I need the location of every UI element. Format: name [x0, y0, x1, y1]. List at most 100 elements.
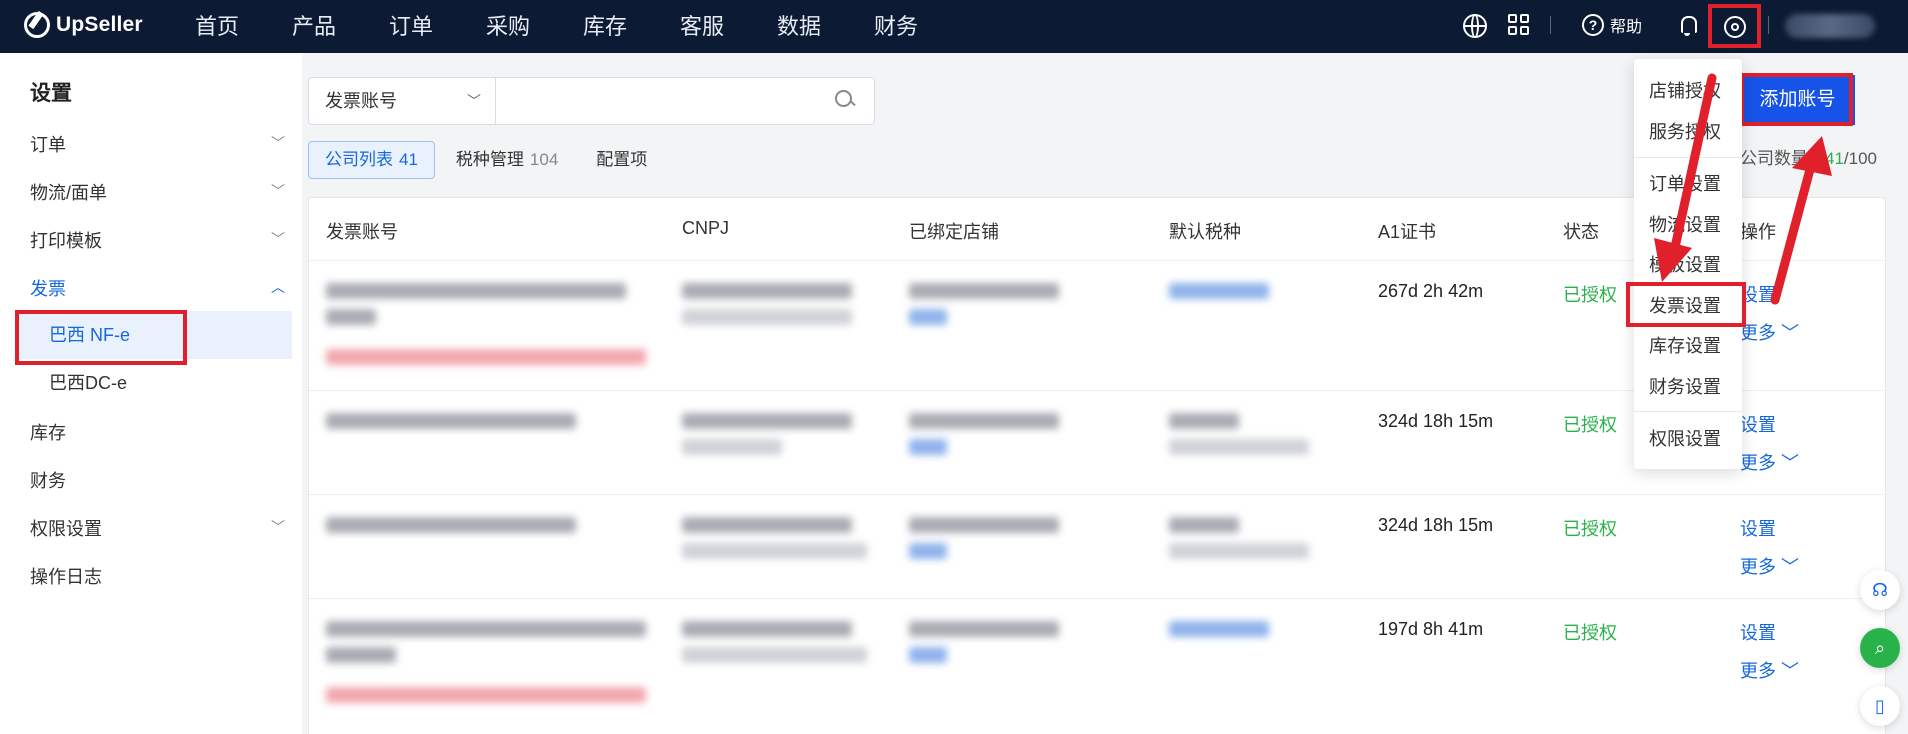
sidebar-subitem-brazil-dce[interactable]: 巴西DC-e: [16, 359, 292, 407]
nav-item-finance[interactable]: 财务: [874, 0, 971, 53]
sidebar-item-operation-log[interactable]: 操作日志: [30, 563, 285, 589]
sidebar-item-logistics[interactable]: 物流/面单 ﹀: [30, 179, 285, 205]
blurred-account-name: [326, 647, 396, 663]
column-header-default-tax: 默认税种: [1169, 222, 1241, 242]
sidebar-item-orders[interactable]: 订单 ﹀: [30, 131, 285, 157]
menu-item-logistics-settings[interactable]: 物流设置: [1649, 211, 1721, 237]
blurred-tax: [1169, 621, 1269, 637]
user-account-menu[interactable]: [1785, 14, 1875, 38]
blurred-tax-sub: [1169, 543, 1309, 559]
topbar-divider: [1550, 16, 1551, 34]
blurred-cnpj: [682, 413, 852, 429]
menu-item-finance-settings[interactable]: 财务设置: [1649, 373, 1721, 399]
notification-bell-icon[interactable]: [1676, 14, 1700, 38]
upseller-logo[interactable]: UpSeller: [24, 12, 143, 38]
table-row: 324d 18h 15m 已授权 设置 更多 ﹀: [309, 494, 1887, 598]
blurred-store-tag: [909, 309, 947, 325]
nav-item-products[interactable]: 产品: [292, 0, 389, 53]
blurred-store: [909, 283, 1059, 299]
blurred-tax: [1169, 413, 1239, 429]
menu-item-store-auth[interactable]: 店铺授权: [1649, 77, 1721, 103]
menu-item-template-settings[interactable]: 模板设置: [1649, 251, 1721, 277]
company-count-label: 公司数量：: [1740, 149, 1825, 168]
nav-item-home[interactable]: 首页: [195, 0, 292, 53]
sidebar-item-label: 库存: [30, 423, 66, 443]
status-badge: 已授权: [1563, 285, 1617, 305]
status-badge: 已授权: [1563, 623, 1617, 643]
sidebar-item-label: 操作日志: [30, 567, 102, 587]
menu-item-order-settings[interactable]: 订单设置: [1649, 170, 1721, 196]
nav-item-inventory[interactable]: 库存: [583, 0, 680, 53]
search-field-select[interactable]: 发票账号 ﹀: [309, 78, 496, 124]
blurred-store: [909, 517, 1059, 533]
nav-item-customer-service[interactable]: 客服: [680, 0, 777, 53]
nav-item-data[interactable]: 数据: [777, 0, 874, 53]
blurred-store-tag: [909, 543, 947, 559]
blurred-store-tag: [909, 647, 947, 663]
sidebar-item-finance[interactable]: 财务: [30, 467, 285, 493]
blurred-cnpj: [682, 283, 852, 299]
help-button[interactable]: ? 帮助: [1582, 13, 1642, 37]
row-settings-link[interactable]: 设置: [1740, 619, 1776, 645]
blurred-store: [909, 621, 1059, 637]
menu-item-permission-settings[interactable]: 权限设置: [1649, 425, 1721, 451]
invoice-settings-highlight-box: [1626, 282, 1746, 327]
tab-config[interactable]: 配置项: [579, 141, 664, 179]
top-navbar: UpSeller 首页 产品 订单 采购 库存 客服 数据 财务 ? 帮助: [0, 0, 1908, 53]
sidebar-item-label: 订单: [30, 135, 66, 155]
help-icon: ?: [1582, 14, 1604, 36]
row-more-dropdown[interactable]: 更多 ﹀: [1740, 553, 1799, 579]
search-bar: 发票账号 ﹀: [308, 77, 875, 125]
row-settings-link[interactable]: 设置: [1740, 515, 1776, 541]
nav-item-orders[interactable]: 订单: [389, 0, 486, 53]
tab-tax-management[interactable]: 税种管理 104: [439, 141, 575, 179]
row-settings-link[interactable]: 设置: [1740, 411, 1776, 437]
menu-item-inventory-settings[interactable]: 库存设置: [1649, 332, 1721, 358]
search-help-button[interactable]: ⌕: [1860, 628, 1900, 668]
settings-sidebar: 设置 订单 ﹀ 物流/面单 ﹀ 打印模板 ﹀ 发票 ︿ 巴西 NF-e 巴西DC…: [0, 53, 302, 734]
sidebar-item-inventory[interactable]: 库存: [30, 419, 285, 445]
column-header-account: 发票账号: [326, 222, 398, 242]
sidebar-item-invoice[interactable]: 发票 ︿: [30, 275, 285, 301]
blurred-tax-sub: [1169, 439, 1309, 455]
search-icon: ⌕: [1874, 638, 1886, 658]
blurred-store: [909, 413, 1059, 429]
tab-label: 公司列表: [325, 150, 393, 169]
search-field-select-value: 发票账号: [325, 91, 397, 111]
blurred-warning-text: [326, 349, 646, 365]
row-more-dropdown[interactable]: 更多 ﹀: [1740, 449, 1799, 475]
sidebar-item-label: 权限设置: [30, 519, 102, 539]
customer-support-button[interactable]: ☊: [1860, 570, 1900, 610]
sidebar-item-print-templates[interactable]: 打印模板 ﹀: [30, 227, 285, 253]
row-more-dropdown[interactable]: 更多 ﹀: [1740, 657, 1799, 683]
menu-item-service-auth[interactable]: 服务授权: [1649, 118, 1721, 144]
chevron-down-icon: ﹀: [271, 135, 285, 151]
blurred-tax: [1169, 517, 1239, 533]
status-badge: 已授权: [1563, 415, 1617, 435]
help-label: 帮助: [1610, 19, 1643, 36]
mobile-app-button[interactable]: ▯: [1860, 686, 1900, 726]
blurred-cnpj: [682, 517, 852, 533]
blurred-tax: [1169, 283, 1269, 299]
blurred-cnpj-sub: [682, 647, 867, 663]
search-icon[interactable]: [835, 90, 855, 110]
gear-icon[interactable]: [1720, 9, 1749, 49]
blurred-cnpj-sub: [682, 309, 852, 325]
status-badge: 已授权: [1563, 519, 1617, 539]
row-more-dropdown[interactable]: 更多 ﹀: [1740, 319, 1799, 345]
apps-grid-icon[interactable]: [1508, 14, 1532, 38]
column-header-a1-cert: A1证书: [1378, 222, 1437, 242]
tab-count: 41: [399, 150, 418, 169]
blurred-warning-text: [326, 687, 646, 703]
sidebar-item-permissions[interactable]: 权限设置 ﹀: [30, 515, 285, 541]
main-nav: 首页 产品 订单 采购 库存 客服 数据 财务: [195, 0, 971, 53]
blurred-store-tag: [909, 439, 947, 455]
settings-dropdown-menu: 店铺授权 服务授权 订单设置 物流设置 模板设置 发票设置 库存设置 财务设置 …: [1634, 59, 1742, 469]
nav-item-purchase[interactable]: 采购: [486, 0, 583, 53]
tab-bar: 公司列表 41 税种管理 104 配置项: [308, 141, 668, 179]
blurred-cnpj-sub: [682, 439, 782, 455]
language-globe-icon[interactable]: [1463, 14, 1487, 38]
tab-company-list[interactable]: 公司列表 41: [308, 141, 435, 179]
menu-divider: [1634, 411, 1742, 412]
a1-cert-remaining: 324d 18h 15m: [1378, 515, 1494, 535]
